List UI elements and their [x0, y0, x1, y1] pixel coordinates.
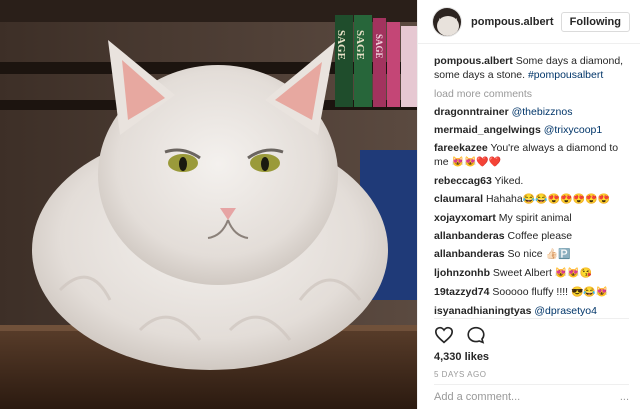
comment-username[interactable]: rebeccag63 — [434, 175, 492, 187]
comment-row: fareekazee You're always a diamond to me… — [434, 141, 628, 170]
heart-icon[interactable] — [434, 326, 454, 347]
comment-username[interactable]: allanbanderas — [434, 230, 505, 242]
comment-username[interactable]: 19tazzyd74 — [434, 286, 489, 298]
add-comment-bar: Add a comment... ... — [434, 384, 629, 403]
comment-username[interactable]: ljohnzonhb — [434, 267, 490, 279]
likes-count[interactable]: 4,330 likes — [434, 351, 629, 363]
comment-emoji: 😎😂😻 — [570, 287, 609, 298]
comment-text: Hahaha — [485, 193, 523, 205]
avatar[interactable] — [432, 6, 462, 37]
instagram-post: SAGE SAGE SAGE pompous.albert Following … — [0, 0, 640, 409]
load-more-comments-link[interactable]: load more comments — [434, 87, 628, 101]
book-spine-3: SAGE — [374, 34, 384, 59]
comment-mention[interactable]: @trixycoop1 — [544, 124, 603, 136]
post-sidebar: pompous.albert Following pompous.albert … — [417, 0, 640, 409]
post-actions: 4,330 likes 5 DAYS AGO — [434, 318, 629, 379]
comment-row: 19tazzyd74 Sooooo fluffy !!!! 😎😂😻 — [434, 285, 628, 300]
comment-text: Coffee please — [507, 230, 573, 242]
more-options-icon[interactable]: ... — [620, 391, 629, 403]
caption-hashtag[interactable]: #pompousalbert — [528, 69, 603, 81]
comment-row: rebeccag63 Yiked. — [434, 174, 628, 188]
comment-list: pompous.albert Some days a diamond, some… — [418, 44, 640, 316]
comment-username[interactable]: claumaral — [434, 193, 483, 205]
action-icons — [434, 325, 629, 347]
comment-username[interactable]: allanbanderas — [434, 248, 505, 260]
comment-username[interactable]: dragonntrainer — [434, 106, 509, 118]
comment-emoji: 😻😻❤️❤️ — [451, 157, 502, 168]
comment-row: ljohnzonhb Sweet Albert 😻😻😘 — [434, 266, 628, 281]
comment-row: allanbanderas So nice 👍🏻🅿️ — [434, 247, 628, 262]
caption: pompous.albert Some days a diamond, some… — [434, 54, 628, 82]
post-timestamp: 5 DAYS AGO — [434, 370, 487, 379]
caption-username[interactable]: pompous.albert — [434, 55, 513, 67]
comment-text: My spirit animal — [498, 212, 572, 224]
add-comment-input[interactable]: Add a comment... — [434, 391, 520, 403]
comment-text: Sweet Albert — [492, 267, 555, 279]
comment-icon[interactable] — [466, 326, 486, 347]
comment-emoji: 👍🏻🅿️ — [545, 249, 571, 260]
post-header: pompous.albert Following — [418, 0, 640, 44]
comment-row: allanbanderas Coffee please — [434, 229, 628, 243]
header-username[interactable]: pompous.albert — [471, 16, 561, 28]
comment-row: claumaral Hahaha😂😂😍😍😍😍😍 — [434, 192, 628, 207]
book-spine-1: SAGE — [335, 30, 347, 60]
following-button[interactable]: Following — [560, 11, 630, 32]
comment-row: isyanadhianingtyas @dprasetyo4 persiisss… — [434, 304, 628, 316]
comment-text: Yiked. — [494, 175, 524, 187]
comment-text: So nice — [507, 248, 546, 260]
comment-username[interactable]: xojayxomart — [434, 212, 496, 224]
book-spine-2: SAGE — [354, 30, 366, 60]
comment-row: xojayxomart My spirit animal — [434, 211, 628, 225]
post-photo[interactable]: SAGE SAGE SAGE — [0, 0, 417, 409]
comment-emoji: 😻😻😘 — [554, 268, 593, 279]
comment-mention[interactable]: @thebizznos — [512, 106, 573, 118]
comment-username[interactable]: fareekazee — [434, 142, 488, 154]
avatar-image — [433, 7, 461, 36]
comment-username[interactable]: isyanadhianingtyas — [434, 305, 531, 316]
comment-emoji: 😂😂😍😍😍😍😍 — [522, 194, 610, 205]
comment-row: dragonntrainer @thebizznos — [434, 105, 628, 119]
cat-photo-illustration: SAGE SAGE SAGE — [0, 0, 417, 409]
comment-row: mermaid_angelwings @trixycoop1 — [434, 123, 628, 137]
comment-text: Sooooo fluffy !!!! — [492, 286, 571, 298]
comment-username[interactable]: mermaid_angelwings — [434, 124, 541, 136]
comment-mention[interactable]: @dprasetyo4 — [534, 305, 597, 316]
